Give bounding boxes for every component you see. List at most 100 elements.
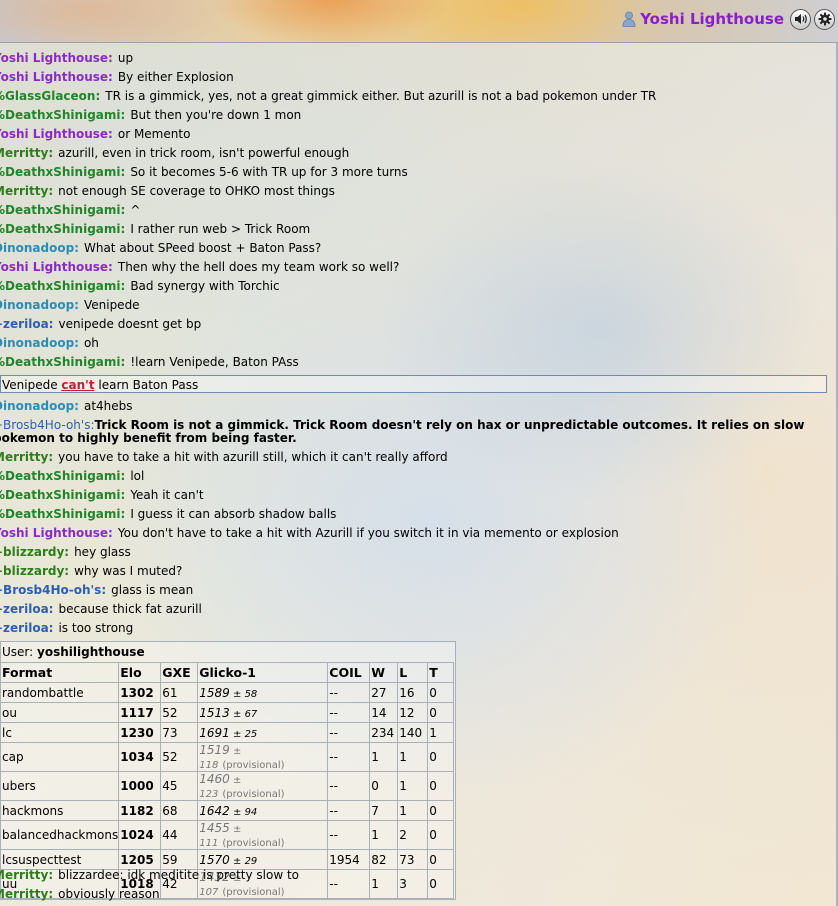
cell-ties: 1 bbox=[427, 722, 454, 743]
glicko-deviation: 58 bbox=[244, 688, 258, 700]
cell-wins: 1 bbox=[369, 742, 399, 772]
chat-message-text: ^ bbox=[130, 203, 141, 217]
col-t: T bbox=[427, 662, 454, 683]
cell-format: cap bbox=[0, 742, 120, 772]
chat-username[interactable]: Merritty: bbox=[0, 868, 53, 882]
cell-elo: 1302 bbox=[118, 682, 162, 703]
chat-username[interactable]: +zeriloa: bbox=[0, 621, 53, 635]
ranking-user-label: User: bbox=[2, 645, 34, 659]
ranking-row: cap 1034 52 1519 ± 118 (provisional) -- 1 1 0 bbox=[0, 742, 454, 772]
cell-gxe: 52 bbox=[160, 742, 199, 772]
command-output-text-end: learn Baton Pass bbox=[94, 378, 199, 392]
glicko-deviation: 118 bbox=[199, 760, 219, 771]
chat-username[interactable]: %DeathxShinigami: bbox=[0, 165, 125, 179]
chat-message-text: Then why the hell does my team work so w… bbox=[117, 260, 400, 274]
chat-username[interactable]: Dinonadoop: bbox=[0, 298, 79, 312]
chat-message-text: What about SPeed boost + Baton Pass? bbox=[83, 241, 322, 255]
glicko-deviation: 25 bbox=[244, 728, 258, 740]
chat-username[interactable]: %DeathxShinigami: bbox=[0, 108, 125, 122]
chat-username[interactable]: Merritty: bbox=[0, 450, 53, 464]
glicko-deviation: 29 bbox=[244, 855, 258, 867]
cant-link[interactable]: can't bbox=[61, 378, 94, 392]
cell-format: balancedhackmons bbox=[0, 820, 120, 850]
chat-username[interactable]: Dinonadoop: bbox=[0, 336, 79, 350]
sound-button[interactable] bbox=[790, 8, 811, 30]
chat-message-multiline: +Brosb4Ho-oh's:Trick Room is not a gimmi… bbox=[0, 416, 834, 448]
col-w: W bbox=[369, 662, 399, 683]
glicko-rating: 1570 bbox=[199, 852, 230, 867]
cell-losses: 1 bbox=[397, 742, 429, 772]
chat-username[interactable]: %DeathxShinigami: bbox=[0, 222, 125, 236]
settings-button[interactable] bbox=[814, 8, 835, 30]
cell-glicko: 1691 ± 25 bbox=[197, 722, 329, 743]
chat-message-text: oh bbox=[83, 336, 99, 350]
chat-message: %DeathxShinigami: Bad synergy with Torchi… bbox=[0, 277, 834, 296]
chat-username[interactable]: %DeathxShinigami: bbox=[0, 355, 125, 369]
chat-message-text: up bbox=[117, 51, 134, 65]
chat-message: Merritty: obviously reason bbox=[0, 885, 834, 904]
chat-message-text: So it becomes 5-6 with TR up for 3 more … bbox=[130, 165, 408, 179]
chat-username[interactable]: Yoshi Lighthouse: bbox=[0, 526, 113, 540]
cell-elo: 1024 bbox=[118, 820, 162, 850]
col-l: L bbox=[397, 662, 429, 683]
chat-username[interactable]: +blizzardy: bbox=[0, 564, 69, 578]
chat-message-text: venipede doesnt get bp bbox=[58, 317, 202, 331]
cell-glicko: 1460 ± 123 (provisional) bbox=[197, 771, 329, 801]
header-bar: Yoshi Lighthouse bbox=[0, 0, 838, 43]
chat-username[interactable]: Yoshi Lighthouse: bbox=[0, 127, 113, 141]
chat-message: +zeriloa: venipede doesnt get bp bbox=[0, 315, 834, 334]
glicko-rating: 1460 bbox=[199, 772, 230, 786]
chat-message: %DeathxShinigami: lol bbox=[0, 467, 834, 486]
chat-message-text: glass is mean bbox=[111, 583, 194, 597]
chat-username[interactable]: +zeriloa: bbox=[0, 602, 53, 616]
chat-username[interactable]: Yoshi Lighthouse: bbox=[0, 51, 113, 65]
cell-gxe: 68 bbox=[160, 800, 199, 821]
chat-username[interactable]: +zeriloa: bbox=[0, 317, 53, 331]
chat-username[interactable]: %DeathxShinigami: bbox=[0, 469, 125, 483]
message-group: Merritty: blizzardee: idk meditite is pre… bbox=[0, 866, 834, 904]
chat-username[interactable]: %DeathxShinigami: bbox=[0, 203, 125, 217]
chat-username[interactable]: Merritty: bbox=[0, 184, 53, 198]
cell-losses: 1 bbox=[397, 800, 429, 821]
chat-message: +Brosb4Ho-oh's: glass is mean bbox=[0, 581, 834, 600]
plus-minus-glyph: ± bbox=[229, 855, 245, 867]
chat-username[interactable]: Merritty: bbox=[0, 887, 53, 901]
chat-message-text: blizzardee: idk meditite is pretty slow … bbox=[58, 868, 300, 882]
chat-message-text-cont: pokemon to highly benefit from being fas… bbox=[0, 431, 297, 445]
chat-username[interactable]: Dinonadoop: bbox=[0, 399, 79, 413]
cell-glicko: 1642 ± 94 bbox=[197, 800, 329, 821]
chat-message-text: By either Explosion bbox=[117, 70, 234, 84]
chat-username[interactable]: +blizzardy: bbox=[0, 545, 69, 559]
sound-icon bbox=[794, 14, 807, 24]
chat-message: Merritty: you have to take a hit with azu… bbox=[0, 448, 834, 467]
chat-username[interactable]: %DeathxShinigami: bbox=[0, 507, 125, 521]
cell-elo: 1000 bbox=[118, 771, 162, 801]
chat-message: Yoshi Lighthouse: up bbox=[0, 49, 834, 68]
chat-username[interactable]: %GlassGlaceon: bbox=[0, 89, 100, 103]
cell-format: lc bbox=[0, 722, 120, 743]
provisional-label: (provisional) bbox=[222, 760, 285, 771]
chat-username[interactable]: +Brosb4Ho-oh's: bbox=[0, 583, 106, 597]
cell-coil: -- bbox=[327, 722, 371, 743]
chat-message: +zeriloa: because thick fat azurill bbox=[0, 600, 834, 619]
glicko-rating: 1691 bbox=[199, 725, 230, 740]
plus-minus-glyph: ± bbox=[229, 708, 245, 720]
cell-losses: 12 bbox=[397, 702, 429, 723]
ranking-header-row: Format Elo GXE Glicko-1 COIL W L T bbox=[0, 662, 454, 683]
chat-message-text: Yeah it can't bbox=[130, 488, 204, 502]
chat-username[interactable]: Yoshi Lighthouse: bbox=[0, 70, 113, 84]
cell-glicko: 1513 ± 67 bbox=[197, 702, 329, 723]
cell-gxe: 44 bbox=[160, 820, 199, 850]
chat-username[interactable]: Dinonadoop: bbox=[0, 241, 79, 255]
chat-username[interactable]: Yoshi Lighthouse: bbox=[0, 260, 113, 274]
cell-wins: 234 bbox=[369, 722, 399, 743]
username-label[interactable]: Yoshi Lighthouse bbox=[640, 10, 784, 28]
chat-username[interactable]: %DeathxShinigami: bbox=[0, 488, 125, 502]
cell-wins: 27 bbox=[369, 682, 399, 703]
chat-message: %DeathxShinigami: ^ bbox=[0, 201, 834, 220]
chat-username[interactable]: %DeathxShinigami: bbox=[0, 279, 125, 293]
plus-minus-glyph: ± bbox=[229, 806, 245, 818]
chat-username[interactable]: Merritty: bbox=[0, 146, 53, 160]
cell-losses: 1 bbox=[397, 771, 429, 801]
chat-username[interactable]: +Brosb4Ho-oh's: bbox=[0, 418, 94, 432]
